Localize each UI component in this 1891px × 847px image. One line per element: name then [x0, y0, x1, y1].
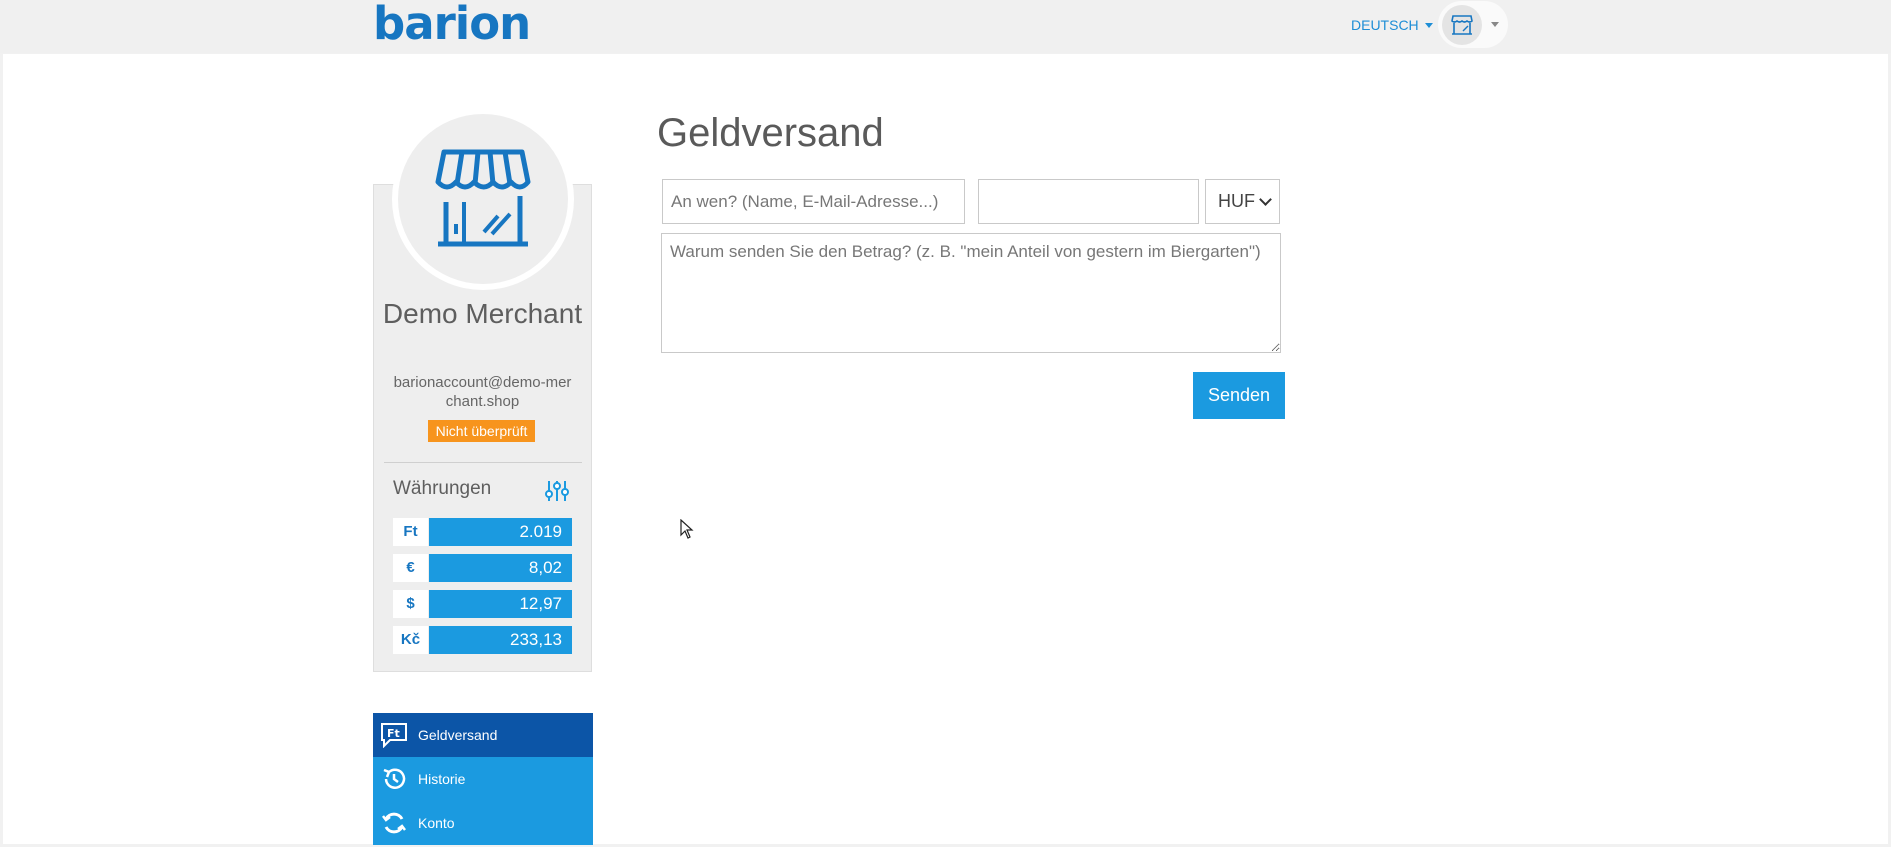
amount-input[interactable] — [978, 179, 1199, 224]
currency-amount: 233,13 — [429, 626, 572, 654]
history-icon — [379, 764, 409, 794]
nav-item-historie[interactable]: Historie — [373, 757, 593, 801]
svg-text:Ft: Ft — [387, 727, 400, 740]
currency-symbol: $ — [393, 590, 428, 618]
page-title: Geldversand — [657, 111, 884, 155]
currency-row-eur[interactable]: € 8,02 — [393, 554, 572, 582]
refresh-icon — [379, 808, 409, 838]
chevron-down-icon — [1491, 22, 1499, 27]
divider — [384, 462, 582, 463]
currency-amount: 8,02 — [429, 554, 572, 582]
nav-item-geldversand[interactable]: Ft Geldversand — [373, 713, 593, 757]
currency-select[interactable]: HUF — [1205, 179, 1280, 224]
currencies-title: Währungen — [393, 478, 492, 499]
currency-row-huf[interactable]: Ft 2.019 — [393, 518, 572, 546]
currency-select-value: HUF — [1218, 191, 1255, 211]
account-menu[interactable] — [1438, 1, 1508, 48]
storefront-icon — [435, 149, 531, 247]
chevron-down-icon — [1424, 22, 1433, 28]
currency-symbol: Kč — [393, 626, 428, 654]
currency-amount: 12,97 — [429, 590, 572, 618]
nav-item-label: Konto — [418, 815, 455, 831]
barion-logo[interactable]: barion — [373, 1, 531, 46]
merchant-name: Demo Merchant — [382, 298, 583, 329]
avatar — [392, 108, 574, 290]
status-badge: Nicht überprüft — [428, 420, 535, 442]
merchant-email: barionaccount@demo-merchant.shop — [393, 374, 572, 410]
currency-symbol: € — [393, 554, 428, 582]
currency-row-czk[interactable]: Kč 233,13 — [393, 626, 572, 654]
currency-symbol: Ft — [393, 518, 428, 546]
language-label: DEUTSCH — [1351, 17, 1419, 33]
comment-textarea[interactable] — [661, 233, 1281, 353]
money-message-icon: Ft — [379, 720, 409, 750]
currency-amount: 2.019 — [429, 518, 572, 546]
sliders-icon[interactable] — [545, 479, 569, 503]
top-bar: barion DEUTSCH — [0, 0, 1891, 53]
nav-item-label: Geldversand — [418, 727, 498, 743]
chevron-down-icon — [1259, 192, 1272, 206]
language-selector[interactable]: DEUTSCH — [1351, 17, 1433, 33]
send-button[interactable]: Senden — [1193, 372, 1285, 419]
nav-item-konto[interactable]: Konto — [373, 801, 593, 845]
nav-item-label: Historie — [418, 771, 466, 787]
shop-icon — [1442, 4, 1482, 45]
mouse-cursor-icon — [680, 519, 694, 539]
recipient-input[interactable] — [662, 179, 965, 224]
main-content — [3, 54, 1888, 844]
currency-row-usd[interactable]: $ 12,97 — [393, 590, 572, 618]
